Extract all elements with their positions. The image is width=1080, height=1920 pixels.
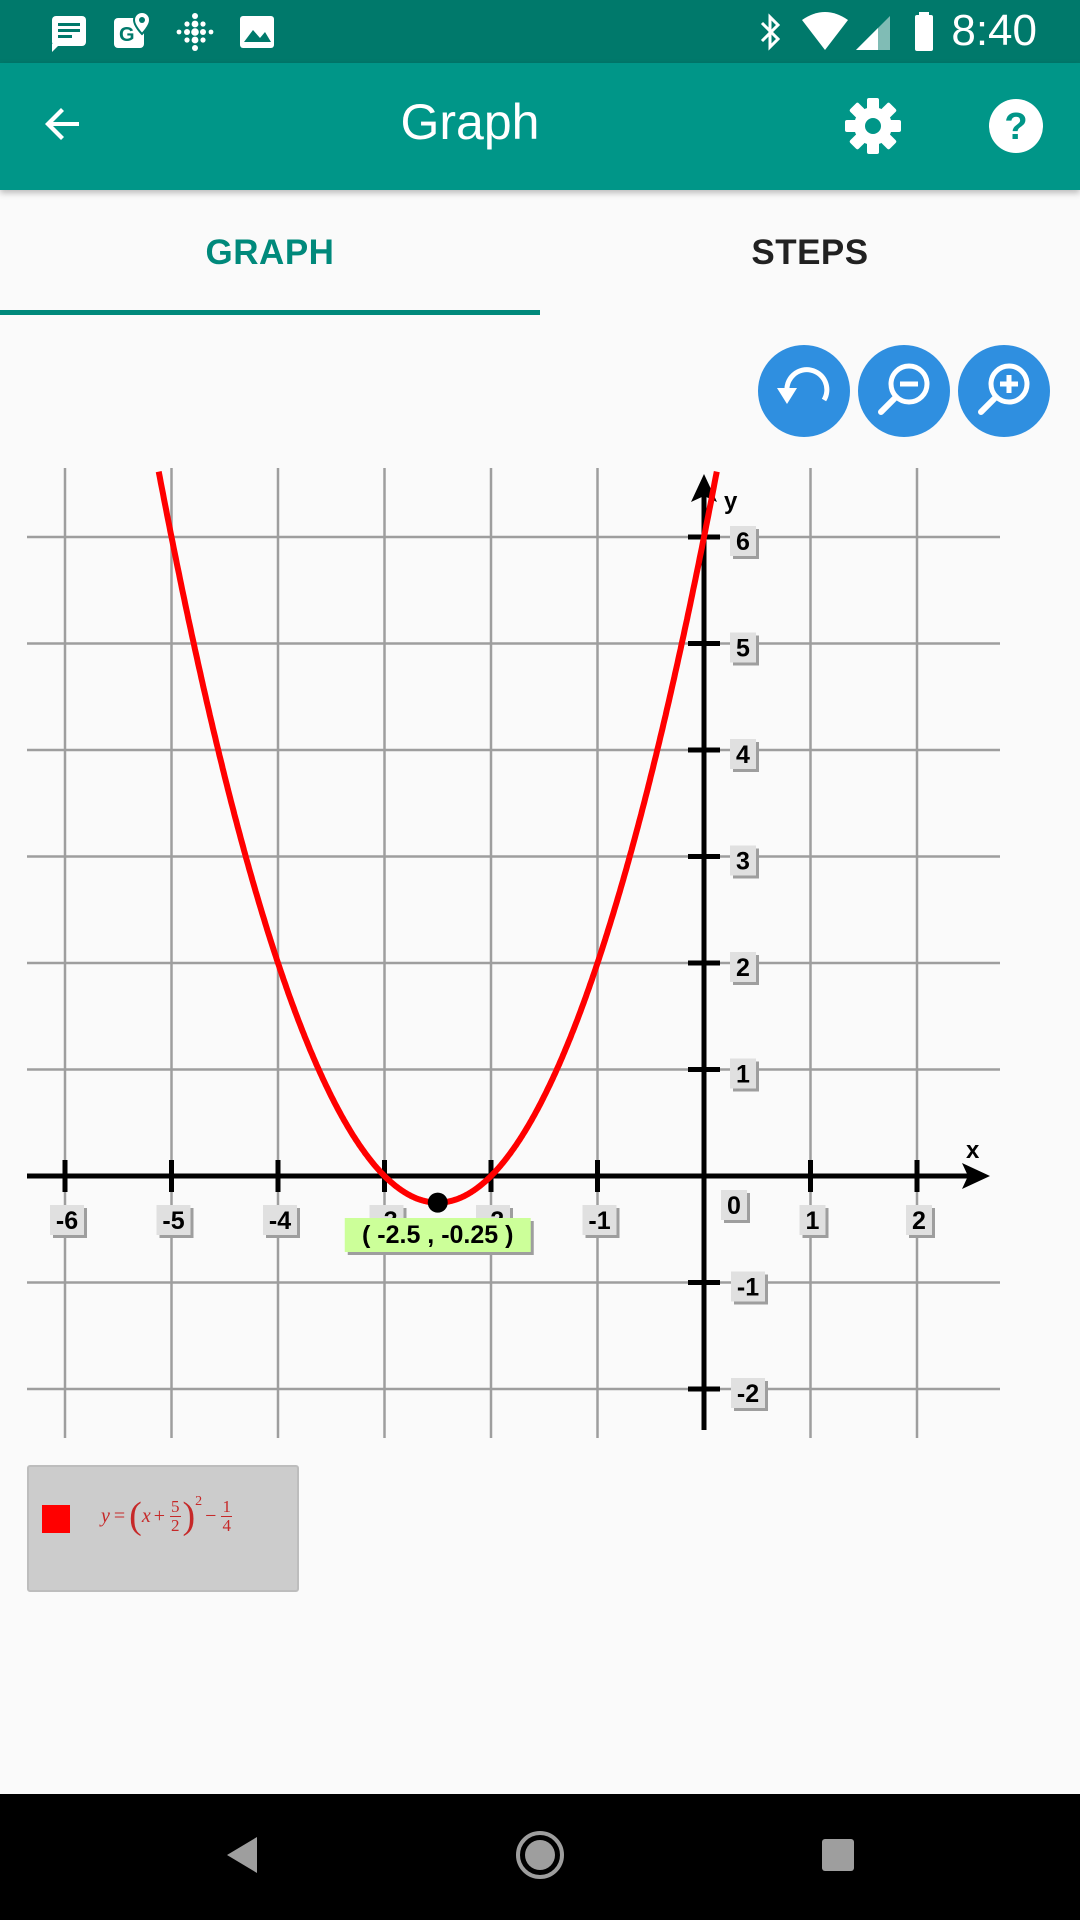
tick-label-text: 0 [727,1192,741,1220]
maps-icon: G [110,10,154,54]
zoom-out-button[interactable] [858,345,950,437]
y-tick-label: -1 [731,1271,768,1305]
tick-label-text: 4 [736,741,750,769]
frac1-numerator: 5 [170,1496,181,1517]
reset-icon [769,354,839,429]
battery-icon [905,10,949,54]
tick-label-text: 1 [806,1207,820,1235]
tab-bar: GRAPH STEPS [0,190,1080,315]
tab-indicator [0,310,540,315]
nav-home-icon [514,1829,566,1886]
svg-text:G: G [119,24,135,46]
tick-label-text: 2 [912,1207,926,1235]
tick-label-text: 1 [736,1061,750,1089]
formula-lhs: y [101,1504,110,1527]
vertex-label-text: ( -2.5 , -0.25 ) [362,1221,513,1249]
nav-back-icon [221,1833,261,1882]
function-legend[interactable]: y = ( x + 5 2 ) 2 − 1 4 [27,1465,299,1592]
x-tick-label: -4 [263,1205,300,1238]
vertex-point [427,1192,448,1213]
bluetooth-icon [748,10,792,54]
y-tick-label: 1 [730,1058,759,1092]
x-tick-label: 2 [906,1205,935,1238]
formula-minus: − [205,1504,217,1527]
formula-paren-close: ) [182,1495,196,1537]
reset-view-button[interactable] [758,345,850,437]
image-icon [236,10,280,54]
tick-label-text: -1 [737,1274,759,1302]
y-axis-label: y [724,488,738,515]
wifi-icon [800,10,848,54]
nav-back-button[interactable] [206,1822,276,1892]
y-tick-label: 5 [730,632,759,666]
frac2-numerator: 1 [221,1496,232,1517]
y-tick-label: 6 [730,526,759,559]
formula-exponent: 2 [195,1494,203,1509]
curve-layer [155,471,720,1206]
zoom-out-icon [869,354,939,429]
formula-eq: = [113,1504,126,1527]
legend-formula: y = ( x + 5 2 ) 2 − 1 4 [101,1494,234,1537]
tab-graph[interactable]: GRAPH [0,190,540,315]
zoom-in-button[interactable] [958,345,1050,437]
graph-svg: xy -6-5-4-3-2-1012654321-1-2 ( -2.5 , -0… [27,468,1000,1438]
tick-labels: -6-5-4-3-2-1012654321-1-2 [50,526,935,1411]
help-icon: ? [983,99,1049,163]
x-tick-label-origin: 0 [721,1190,750,1223]
help-button[interactable]: ? [983,93,1049,159]
formula-fraction-1: 5 2 [170,1496,181,1535]
formula-plus: + [153,1504,165,1527]
tick-label-text: -4 [269,1207,291,1235]
x-tick-label: -1 [582,1205,620,1238]
settings-button[interactable] [840,93,906,159]
graph-canvas[interactable]: xy -6-5-4-3-2-1012654321-1-2 ( -2.5 , -0… [0,460,1080,1440]
frac2-denominator: 4 [222,1515,231,1535]
fitbit-icon [173,10,217,54]
tick-label-text: -5 [162,1207,184,1235]
tick-label-text: 6 [736,528,750,556]
parabola-curve [155,471,720,1206]
formula-fraction-2: 1 4 [221,1496,232,1535]
x-tick-label: -5 [156,1205,194,1238]
signal-icon [852,10,896,54]
frac1-denominator: 2 [171,1515,180,1535]
y-tick-label: 3 [730,845,759,879]
vertex-layer: ( -2.5 , -0.25 ) [344,1192,534,1255]
tick-label-text: -1 [588,1207,610,1235]
tick-label-text: -6 [56,1207,78,1235]
message-icon [48,10,92,54]
gear-icon [840,98,906,163]
nav-recents-icon [820,1837,856,1878]
tick-label-text: 5 [736,635,750,663]
tab-steps[interactable]: STEPS [540,190,1080,315]
tick-label-text: 3 [736,848,750,876]
formula-var: x [141,1504,151,1527]
formula-paren-open: ( [129,1495,142,1537]
nav-home-button[interactable] [505,1822,575,1892]
page-title: Graph [400,94,540,150]
y-tick-label: 2 [730,952,759,985]
zoom-in-icon [969,354,1039,429]
clock: 8:40 [951,6,1037,55]
app-bar: Graph ? [0,63,1080,190]
grid [27,468,1000,1438]
svg-text:?: ? [1004,106,1027,148]
status-bar: G 8:40 [0,0,1080,63]
x-axis-label: x [966,1137,980,1164]
tick-label-text: -2 [737,1380,759,1408]
nav-recents-button[interactable] [803,1822,873,1892]
y-tick-label: -2 [731,1378,768,1411]
y-tick-label: 4 [730,739,759,772]
x-tick-label: -6 [50,1205,87,1238]
navigation-bar [0,1794,1080,1920]
x-tick-label: 1 [799,1205,829,1238]
legend-color-swatch [42,1505,70,1533]
tick-label-text: 2 [736,954,750,982]
